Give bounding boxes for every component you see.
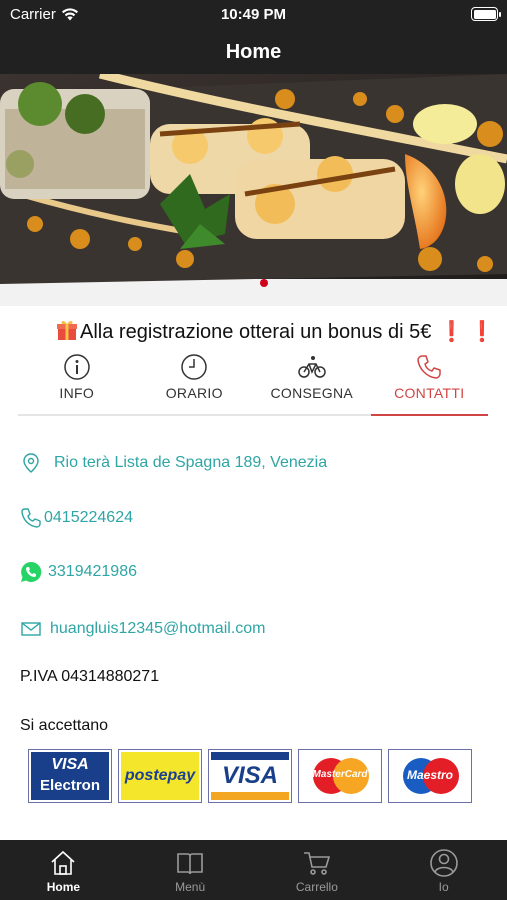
- gift-icon: [57, 320, 77, 340]
- tab-label: ORARIO: [165, 385, 223, 401]
- cart-icon: [303, 852, 330, 875]
- home-icon: [51, 850, 75, 875]
- tabbar-label: Io: [438, 880, 449, 894]
- page-title: Home: [225, 41, 282, 63]
- maestro-logo: Maestro: [388, 749, 472, 803]
- whatsapp-text: 3319421986: [48, 563, 137, 580]
- visa-logo: VISA: [208, 749, 292, 803]
- hero-carousel[interactable]: [0, 74, 507, 306]
- tab-label: INFO: [59, 385, 95, 401]
- tabbar-home[interactable]: Home: [0, 840, 127, 900]
- carousel-dot[interactable]: [260, 279, 268, 287]
- visa-electron-line1: VISA: [51, 756, 89, 773]
- email-text: huangluis12345@hotmail.com: [50, 620, 266, 637]
- address-text: Rio terà Lista de Spagna 189, Venezia: [54, 454, 328, 471]
- maestro-text: Maestro: [406, 768, 453, 782]
- status-time: 10:49 PM: [220, 6, 287, 23]
- whatsapp-icon: [21, 561, 42, 582]
- accepted-cards-label: Si accettano: [20, 717, 109, 734]
- tab-info[interactable]: INFO: [18, 350, 136, 414]
- visa-electron-line2: Electron: [39, 777, 100, 794]
- mastercard-text: MasterCard: [312, 769, 368, 780]
- info-tabs: INFO ORARIO CONSEGNA CONTATTI: [18, 350, 488, 416]
- phone-text: 0415224624: [44, 509, 133, 526]
- email-row[interactable]: huangluis12345@hotmail.com: [20, 618, 265, 640]
- exclamation-icon: ❗ ❗: [439, 321, 495, 343]
- address-row[interactable]: Rio terà Lista de Spagna 189, Venezia: [20, 452, 327, 474]
- clock-icon: [181, 354, 207, 380]
- status-bar: Carrier 10:49 PM: [0, 0, 507, 30]
- tabbar-menu[interactable]: Menù: [127, 840, 254, 900]
- tabbar-label: Home: [46, 880, 81, 894]
- whatsapp-row[interactable]: 3319421986: [20, 561, 137, 583]
- promo-text: Alla registrazione otterai un bonus di 5…: [80, 321, 432, 343]
- postepay-text: postepay: [121, 752, 199, 800]
- tab-orario[interactable]: ORARIO: [136, 350, 254, 414]
- book-icon: [177, 853, 203, 875]
- tabbar-cart[interactable]: Carrello: [254, 840, 381, 900]
- mastercard-logo: MasterCard: [298, 749, 382, 803]
- info-icon: [64, 354, 90, 380]
- map-pin-icon: [23, 453, 39, 473]
- payment-cards: VISA Electron postepay VISA MasterCard M…: [28, 749, 472, 803]
- tabbar-label: Menù: [175, 880, 206, 894]
- sushi-photo: [0, 74, 507, 306]
- vat-number: P.IVA 04314880271: [20, 668, 160, 685]
- visa-text: VISA: [221, 762, 278, 789]
- tab-consegna[interactable]: CONSEGNA: [253, 350, 371, 414]
- postepay-logo: postepay: [118, 749, 202, 803]
- phone-icon: [21, 508, 41, 528]
- phone-icon: [417, 355, 441, 379]
- visa-electron-logo: VISA Electron: [28, 749, 112, 803]
- mail-icon: [21, 622, 41, 636]
- tabbar-profile[interactable]: Io: [380, 840, 507, 900]
- user-icon: [429, 849, 458, 877]
- tabbar-label: Carrello: [295, 880, 338, 894]
- bicycle-icon: [298, 356, 326, 378]
- tab-contatti[interactable]: CONTATTI: [370, 350, 489, 416]
- bottom-tab-bar: Home Menù Carrello Io: [0, 840, 507, 900]
- battery-icon: [471, 7, 501, 21]
- phone-row[interactable]: 0415224624: [20, 507, 133, 529]
- tab-label: CONTATTI: [394, 385, 465, 401]
- promo-banner: Alla registrazione otterai un bonus di 5…: [0, 318, 507, 346]
- nav-bar: Home: [0, 30, 507, 74]
- tab-label: CONSEGNA: [270, 385, 354, 401]
